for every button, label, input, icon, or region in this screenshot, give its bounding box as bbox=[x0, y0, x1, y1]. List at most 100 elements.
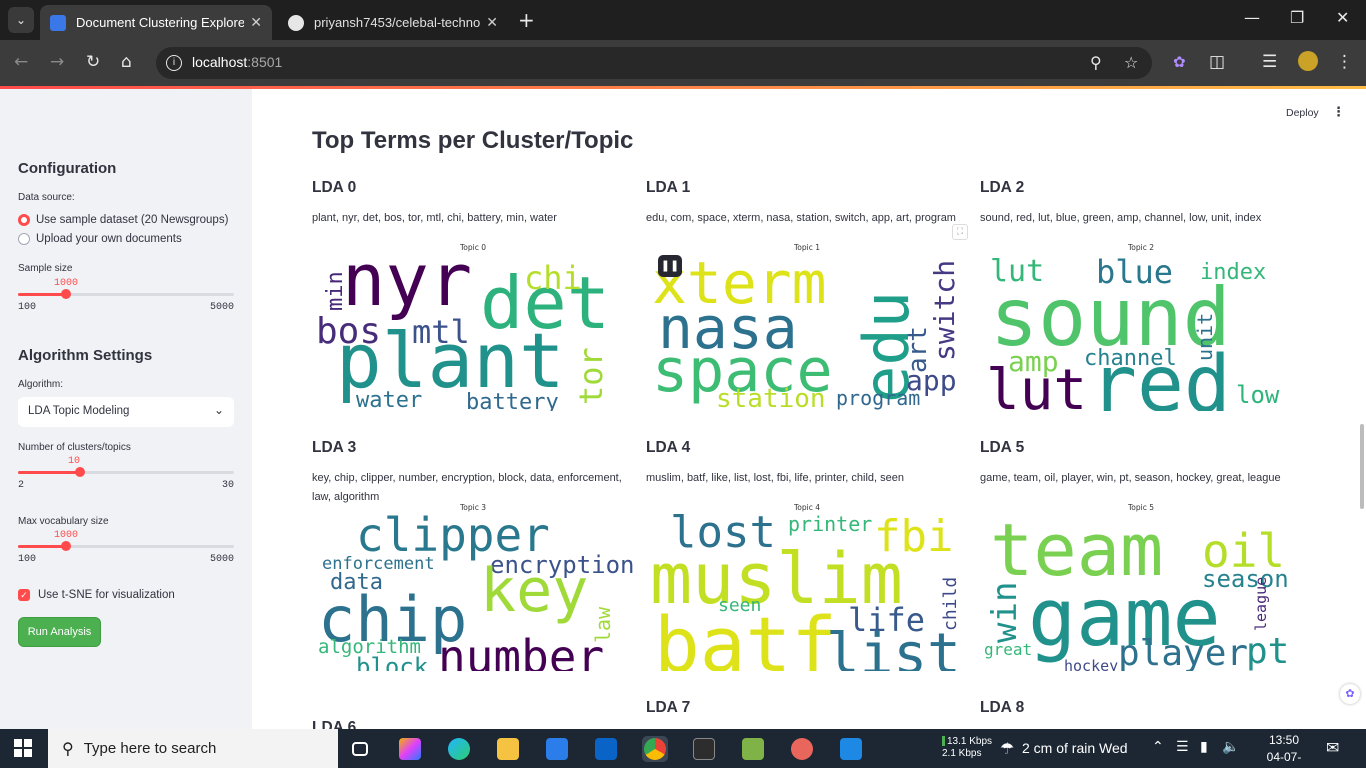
copilot-floating-icon[interactable]: ✿ bbox=[1340, 684, 1360, 704]
chrome-icon[interactable] bbox=[642, 736, 668, 762]
media-control-icon[interactable]: ☰ bbox=[1262, 52, 1277, 72]
new-tab-icon[interactable]: + bbox=[518, 8, 535, 32]
algorithm-select[interactable]: LDA Topic Modeling ⌄ bbox=[18, 397, 234, 427]
home-icon[interactable]: ⌂ bbox=[121, 52, 132, 72]
slider-thumb[interactable] bbox=[61, 289, 71, 299]
slider-track[interactable] bbox=[18, 471, 234, 474]
radio-unselected-icon bbox=[18, 233, 30, 245]
tab-close-icon[interactable]: ✕ bbox=[486, 14, 498, 31]
extension-overlay-icon[interactable]: ❚❚ bbox=[658, 255, 682, 277]
tab-title: Document Clustering Explorer bbox=[76, 15, 245, 30]
vocab-slider[interactable]: 1000 100 5000 bbox=[18, 530, 234, 566]
cloud-word: great bbox=[984, 640, 1032, 659]
bookmark-star-icon[interactable]: ☆ bbox=[1124, 53, 1138, 72]
topic-card-2: LDA 2 sound, red, lut, blue, green, amp,… bbox=[980, 179, 1302, 429]
cloud-word: program bbox=[836, 386, 920, 410]
topic-card-3: LDA 3 key, chip, clipper, number, encryp… bbox=[312, 439, 634, 689]
slider-track[interactable] bbox=[18, 293, 234, 296]
wordcloud-title: Topic 0 bbox=[459, 243, 487, 252]
cloud-word: min bbox=[323, 271, 348, 311]
browser-tab-active[interactable]: Document Clustering Explorer ✕ bbox=[40, 5, 272, 40]
slider-thumb[interactable] bbox=[75, 467, 85, 477]
slider-max: 5000 bbox=[209, 554, 234, 565]
browser-tab-github[interactable]: priyansh7453/celebal-technolog ✕ bbox=[278, 5, 508, 40]
page-title: Top Terms per Cluster/Topic bbox=[312, 127, 634, 154]
deploy-button[interactable]: Deploy bbox=[1286, 107, 1319, 119]
taskbar: ⚲ Type here to search 13.1 Kbps 2.1 Kbps… bbox=[0, 729, 1366, 781]
weather-text[interactable]: 2 cm of rain Wed bbox=[1022, 740, 1128, 756]
snipping-tool-icon[interactable] bbox=[789, 736, 815, 762]
slider-value: 10 bbox=[68, 456, 81, 467]
tab-search-chevron-icon[interactable]: ⌄ bbox=[8, 7, 34, 33]
search-icon: ⚲ bbox=[62, 740, 74, 758]
cloud-word: lut bbox=[986, 358, 1087, 411]
radio-upload-documents[interactable]: Upload your own documents bbox=[18, 233, 182, 245]
wordcloud-4: Topic 4 lost printer fbi muslim seen lif… bbox=[646, 503, 968, 671]
slider-min: 100 bbox=[18, 554, 37, 565]
slider-min: 100 bbox=[18, 302, 37, 313]
store-icon[interactable] bbox=[544, 736, 570, 762]
cloud-word: tor bbox=[572, 347, 610, 405]
outlook-icon[interactable] bbox=[593, 736, 619, 762]
close-window-icon[interactable]: ✕ bbox=[1336, 8, 1349, 27]
slider-value: 1000 bbox=[54, 278, 79, 289]
chevron-up-icon[interactable]: ⌃ bbox=[1152, 739, 1164, 755]
copilot-icon[interactable]: ✿ bbox=[1173, 53, 1186, 71]
address-bar[interactable]: i localhost:8501 ⚲ ☆ bbox=[156, 47, 1152, 79]
browser-menu-icon[interactable]: ⋮ bbox=[1336, 52, 1353, 72]
wifi-icon[interactable]: ☰ bbox=[1176, 739, 1189, 755]
cloud-word: station bbox=[716, 384, 826, 411]
clock[interactable]: 13:50 04-07-2025 bbox=[1258, 732, 1310, 783]
wordcloud-svg: lost printer fbi muslim seen life child … bbox=[650, 513, 961, 671]
cloud-word: water bbox=[356, 388, 422, 411]
run-analysis-button[interactable]: Run Analysis bbox=[18, 617, 101, 647]
scrollbar[interactable] bbox=[1360, 424, 1364, 509]
search-placeholder: Type here to search bbox=[83, 740, 217, 757]
zoom-icon[interactable]: ⚲ bbox=[1090, 53, 1102, 72]
topic-card-8: LDA 8 bbox=[980, 699, 1302, 729]
edge-icon[interactable] bbox=[446, 736, 472, 762]
tab-close-icon[interactable]: ✕ bbox=[250, 14, 262, 31]
wordcloud-title: Topic 3 bbox=[459, 503, 487, 512]
copilot-app-icon[interactable] bbox=[397, 736, 423, 762]
topic-heading: LDA 7 bbox=[646, 699, 691, 716]
wordcloud-svg: xterm nasa space edu switch art app stat… bbox=[652, 253, 961, 411]
cloud-word: win bbox=[985, 582, 1025, 643]
spreadsheet-icon[interactable] bbox=[740, 736, 766, 762]
site-info-icon[interactable]: i bbox=[166, 55, 182, 71]
cloud-word: low bbox=[1236, 381, 1280, 409]
slider-track[interactable] bbox=[18, 545, 234, 548]
wordcloud-svg: team oil season win game league great ho… bbox=[984, 513, 1289, 671]
forward-icon[interactable]: → bbox=[50, 52, 64, 72]
tsne-checkbox[interactable]: ✓ Use t-SNE for visualization bbox=[18, 589, 175, 601]
back-icon[interactable]: ← bbox=[14, 52, 28, 72]
task-view-icon[interactable] bbox=[347, 736, 373, 762]
app-menu-icon[interactable]: ⋮ bbox=[1332, 105, 1345, 120]
reload-icon[interactable]: ↻ bbox=[86, 52, 100, 72]
minimize-icon[interactable]: — bbox=[1244, 8, 1260, 27]
restore-icon[interactable]: ❐ bbox=[1290, 8, 1304, 27]
wordcloud-5: Topic 5 team oil season win game league … bbox=[980, 503, 1302, 671]
wordcloud-svg: clipper enforcement encryption data key … bbox=[318, 513, 634, 671]
topic-heading: LDA 3 bbox=[312, 439, 357, 456]
slider-thumb[interactable] bbox=[61, 541, 71, 551]
battery-icon[interactable]: ▮ bbox=[1200, 739, 1208, 755]
file-explorer-icon[interactable] bbox=[495, 736, 521, 762]
terminal-icon[interactable] bbox=[691, 736, 717, 762]
volume-icon[interactable]: 🔈 bbox=[1222, 739, 1239, 755]
extensions-icon[interactable]: ◫ bbox=[1209, 52, 1225, 72]
fullscreen-icon[interactable]: ⛶ bbox=[952, 224, 968, 240]
windows-start-icon[interactable] bbox=[14, 739, 32, 757]
notification-icon[interactable]: ✉ bbox=[1326, 738, 1339, 757]
radio-label: Use sample dataset (20 Newsgroups) bbox=[36, 214, 229, 226]
sample-size-slider[interactable]: 1000 100 5000 bbox=[18, 278, 234, 314]
url-text: localhost:8501 bbox=[192, 54, 283, 70]
taskbar-search[interactable]: ⚲ Type here to search bbox=[48, 729, 338, 768]
slider-fill bbox=[18, 293, 66, 296]
clusters-slider[interactable]: 10 2 30 bbox=[18, 456, 234, 492]
vscode-icon[interactable] bbox=[838, 736, 864, 762]
profile-avatar[interactable] bbox=[1298, 51, 1318, 71]
radio-sample-dataset[interactable]: Use sample dataset (20 Newsgroups) bbox=[18, 214, 228, 226]
sidebar: Configuration Data source: Use sample da… bbox=[0, 89, 252, 729]
cloud-word: bos bbox=[316, 311, 381, 352]
